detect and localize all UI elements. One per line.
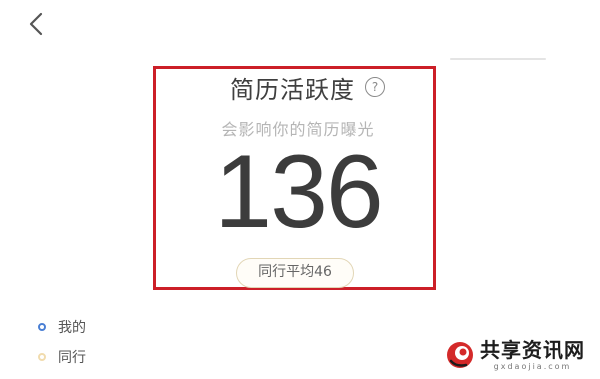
back-button[interactable] bbox=[22, 10, 52, 40]
peer-average-badge: 同行平均46 bbox=[236, 258, 354, 288]
activity-title-row: 简历活跃度 ? bbox=[230, 72, 385, 104]
legend: 我的 同行 bbox=[38, 316, 86, 376]
activity-title: 简历活跃度 bbox=[230, 75, 355, 104]
watermark-name: 共享资讯网 bbox=[480, 338, 585, 362]
legend-item-peer: 同行 bbox=[38, 346, 86, 368]
legend-dot-peer bbox=[38, 353, 46, 361]
watermark: 共享资讯网 gxdaojia.com bbox=[446, 334, 596, 376]
help-icon[interactable]: ? bbox=[365, 77, 385, 97]
watermark-domain: gxdaojia.com bbox=[493, 362, 572, 371]
activity-score: 136 bbox=[214, 134, 384, 250]
legend-label-peer: 同行 bbox=[58, 350, 86, 366]
legend-dot-mine bbox=[38, 323, 46, 331]
chevron-left-icon bbox=[29, 12, 43, 36]
watermark-logo-icon bbox=[446, 341, 474, 369]
legend-label-mine: 我的 bbox=[58, 320, 86, 336]
card-edge bbox=[450, 58, 546, 60]
legend-item-mine: 我的 bbox=[38, 316, 86, 338]
